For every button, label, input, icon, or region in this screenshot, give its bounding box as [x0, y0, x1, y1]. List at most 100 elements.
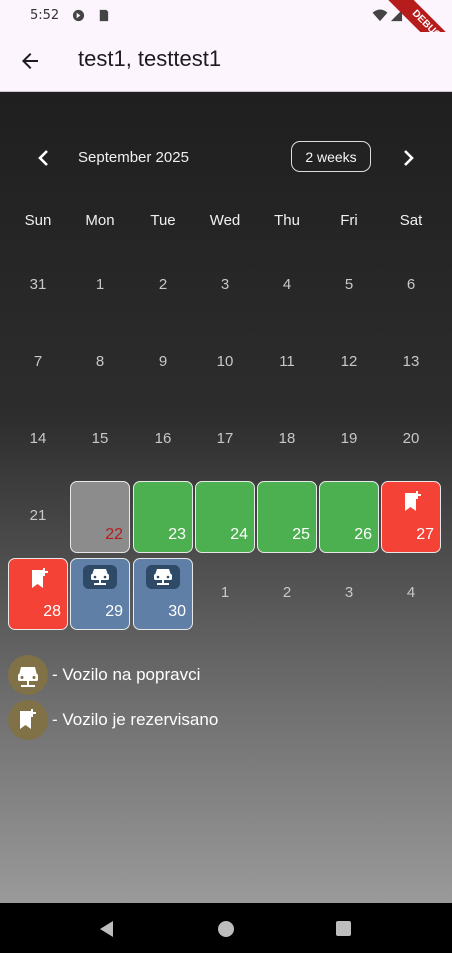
day-number: 2: [282, 584, 292, 601]
calendar-day[interactable]: 24: [195, 481, 255, 553]
day-number: 16: [154, 430, 172, 447]
format-toggle-button[interactable]: 2 weeks: [291, 141, 371, 172]
calendar-day[interactable]: 14: [8, 404, 68, 476]
calendar-day[interactable]: 29: [70, 558, 130, 630]
calendar-day[interactable]: 27: [381, 481, 441, 553]
car-repair-icon: [83, 565, 117, 589]
weekday-sun: Sun: [24, 212, 52, 229]
day-number: 2: [158, 276, 168, 293]
calendar-day[interactable]: 2: [133, 250, 193, 322]
calendar-day[interactable]: 18: [257, 404, 317, 476]
back-arrow-icon[interactable]: [18, 49, 42, 73]
day-number: 9: [158, 353, 168, 370]
nav-home-icon[interactable]: [217, 920, 235, 938]
calendar-day[interactable]: 2: [257, 558, 317, 630]
calendar-day[interactable]: 9: [133, 327, 193, 399]
calendar-day[interactable]: 10: [195, 327, 255, 399]
day-number: 20: [402, 430, 420, 447]
calendar-day[interactable]: 8: [70, 327, 130, 399]
day-number: 31: [29, 276, 47, 293]
day-number: 6: [406, 276, 416, 293]
day-number: 17: [216, 430, 234, 447]
day-number: 10: [216, 353, 234, 370]
calendar-day[interactable]: 13: [381, 327, 441, 399]
day-number: 3: [220, 276, 230, 293]
calendar-day[interactable]: 31: [8, 250, 68, 322]
calendar-day[interactable]: 15: [70, 404, 130, 476]
app-bar: test1, testtest1: [0, 32, 452, 92]
calendar-day[interactable]: 20: [381, 404, 441, 476]
car-repair-icon: [146, 565, 180, 589]
day-number: 19: [340, 430, 358, 447]
calendar-day[interactable]: 16: [133, 404, 193, 476]
day-number: 1: [220, 584, 230, 601]
calendar-screen: September 2025 2 weeks Sun Mon Tue Wed Thu Fr…: [0, 92, 452, 903]
calendar-day[interactable]: 12: [319, 327, 379, 399]
day-number: 27: [416, 526, 434, 543]
calendar-day[interactable]: 22: [70, 481, 130, 553]
weekday-tue: Tue: [150, 212, 176, 229]
day-number: 15: [91, 430, 109, 447]
calendar-day[interactable]: 3: [319, 558, 379, 630]
bookmark-add-icon: [405, 491, 421, 511]
calendar-day[interactable]: 1: [70, 250, 130, 322]
calendar-day[interactable]: 4: [381, 558, 441, 630]
day-number: 23: [168, 526, 186, 543]
day-number: 5: [344, 276, 354, 293]
legend-text-repair: - Vozilo na popravci: [52, 665, 201, 684]
nav-recents-icon[interactable]: [335, 920, 352, 937]
day-number: 8: [95, 353, 105, 370]
status-bar: 5:52 DEBUG: [0, 0, 452, 74]
weekday-wed: Wed: [209, 212, 241, 229]
calendar-day[interactable]: 4: [257, 250, 317, 322]
calendar-day[interactable]: 21: [8, 481, 68, 553]
day-number: 28: [43, 603, 61, 620]
bookmark-add-icon: [32, 568, 48, 588]
sync-icon: [72, 9, 85, 22]
day-number: 26: [354, 526, 372, 543]
day-number: 24: [230, 526, 248, 543]
day-number: 29: [105, 603, 123, 620]
calendar-day[interactable]: 5: [319, 250, 379, 322]
bookmark-add-icon: [20, 709, 36, 729]
day-number: 4: [406, 584, 416, 601]
day-number: 3: [344, 584, 354, 601]
car-repair-icon: [18, 667, 38, 687]
day-number: 1: [95, 276, 105, 293]
status-time: 5:52: [30, 8, 60, 23]
chevron-left-icon[interactable]: [34, 148, 54, 168]
calendar-day[interactable]: 3: [195, 250, 255, 322]
page-title: test1, testtest1: [78, 46, 222, 71]
chevron-right-icon[interactable]: [398, 148, 418, 168]
weekday-sat: Sat: [399, 212, 423, 229]
sd-card-icon: [99, 9, 109, 22]
weekday-fri: Fri: [340, 212, 358, 229]
calendar-day[interactable]: 30: [133, 558, 193, 630]
calendar-day[interactable]: 7: [8, 327, 68, 399]
day-number: 14: [29, 430, 47, 447]
day-number: 11: [279, 353, 295, 370]
calendar-day[interactable]: 1: [195, 558, 255, 630]
system-navigation-bar: [0, 903, 452, 953]
wifi-icon: [372, 9, 388, 22]
calendar-day[interactable]: 28: [8, 558, 68, 630]
calendar-day[interactable]: 11: [257, 327, 317, 399]
calendar-day[interactable]: 26: [319, 481, 379, 553]
calendar-day[interactable]: 19: [319, 404, 379, 476]
day-number: 18: [278, 430, 296, 447]
day-number: 21: [29, 507, 47, 524]
day-number: 7: [33, 353, 43, 370]
calendar-day[interactable]: 23: [133, 481, 193, 553]
day-number: 4: [282, 276, 292, 293]
calendar-day[interactable]: 25: [257, 481, 317, 553]
legend-text-reserved: - Vozilo je rezervisano: [52, 710, 219, 729]
calendar-day[interactable]: 17: [195, 404, 255, 476]
legend-item-repair: - Vozilo na popravci: [8, 655, 268, 695]
calendar-day[interactable]: 6: [381, 250, 441, 322]
day-number: 25: [292, 526, 310, 543]
weekday-thu: Thu: [274, 212, 300, 229]
month-label: September 2025: [78, 149, 189, 166]
nav-back-icon[interactable]: [98, 920, 116, 938]
legend-item-reserved: - Vozilo je rezervisano: [8, 700, 268, 740]
day-number: 13: [402, 353, 420, 370]
